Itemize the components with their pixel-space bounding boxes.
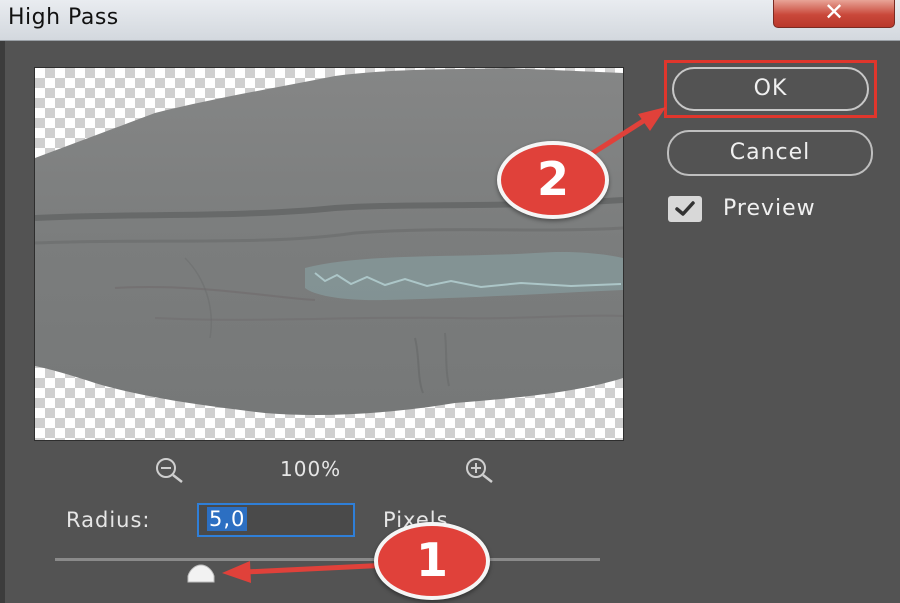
radius-input[interactable]: 5,0 [197, 503, 355, 537]
checkmark-icon [675, 201, 695, 216]
ok-button[interactable]: OK [672, 67, 869, 111]
step-2-badge: 2 [497, 141, 609, 219]
preview-label: Preview [723, 196, 816, 221]
lips-preview-graphic [35, 68, 623, 415]
preview-image[interactable] [34, 67, 624, 441]
zoom-out-icon[interactable] [152, 455, 188, 485]
close-icon: ✕ [823, 0, 845, 26]
title-bar: High Pass ✕ [0, 0, 900, 41]
close-button[interactable]: ✕ [773, 0, 895, 28]
window-title: High Pass [8, 5, 119, 30]
cancel-button[interactable]: Cancel [667, 130, 873, 176]
preview-checkbox[interactable] [668, 196, 702, 222]
zoom-level: 100% [280, 457, 342, 481]
radius-slider-track[interactable] [55, 558, 600, 561]
radius-value: 5,0 [207, 507, 248, 531]
radius-slider-thumb[interactable] [186, 563, 216, 583]
step-1-badge: 1 [374, 522, 490, 600]
zoom-in-icon[interactable] [460, 455, 500, 485]
window-frame [0, 41, 5, 603]
radius-label: Radius: [66, 508, 151, 532]
